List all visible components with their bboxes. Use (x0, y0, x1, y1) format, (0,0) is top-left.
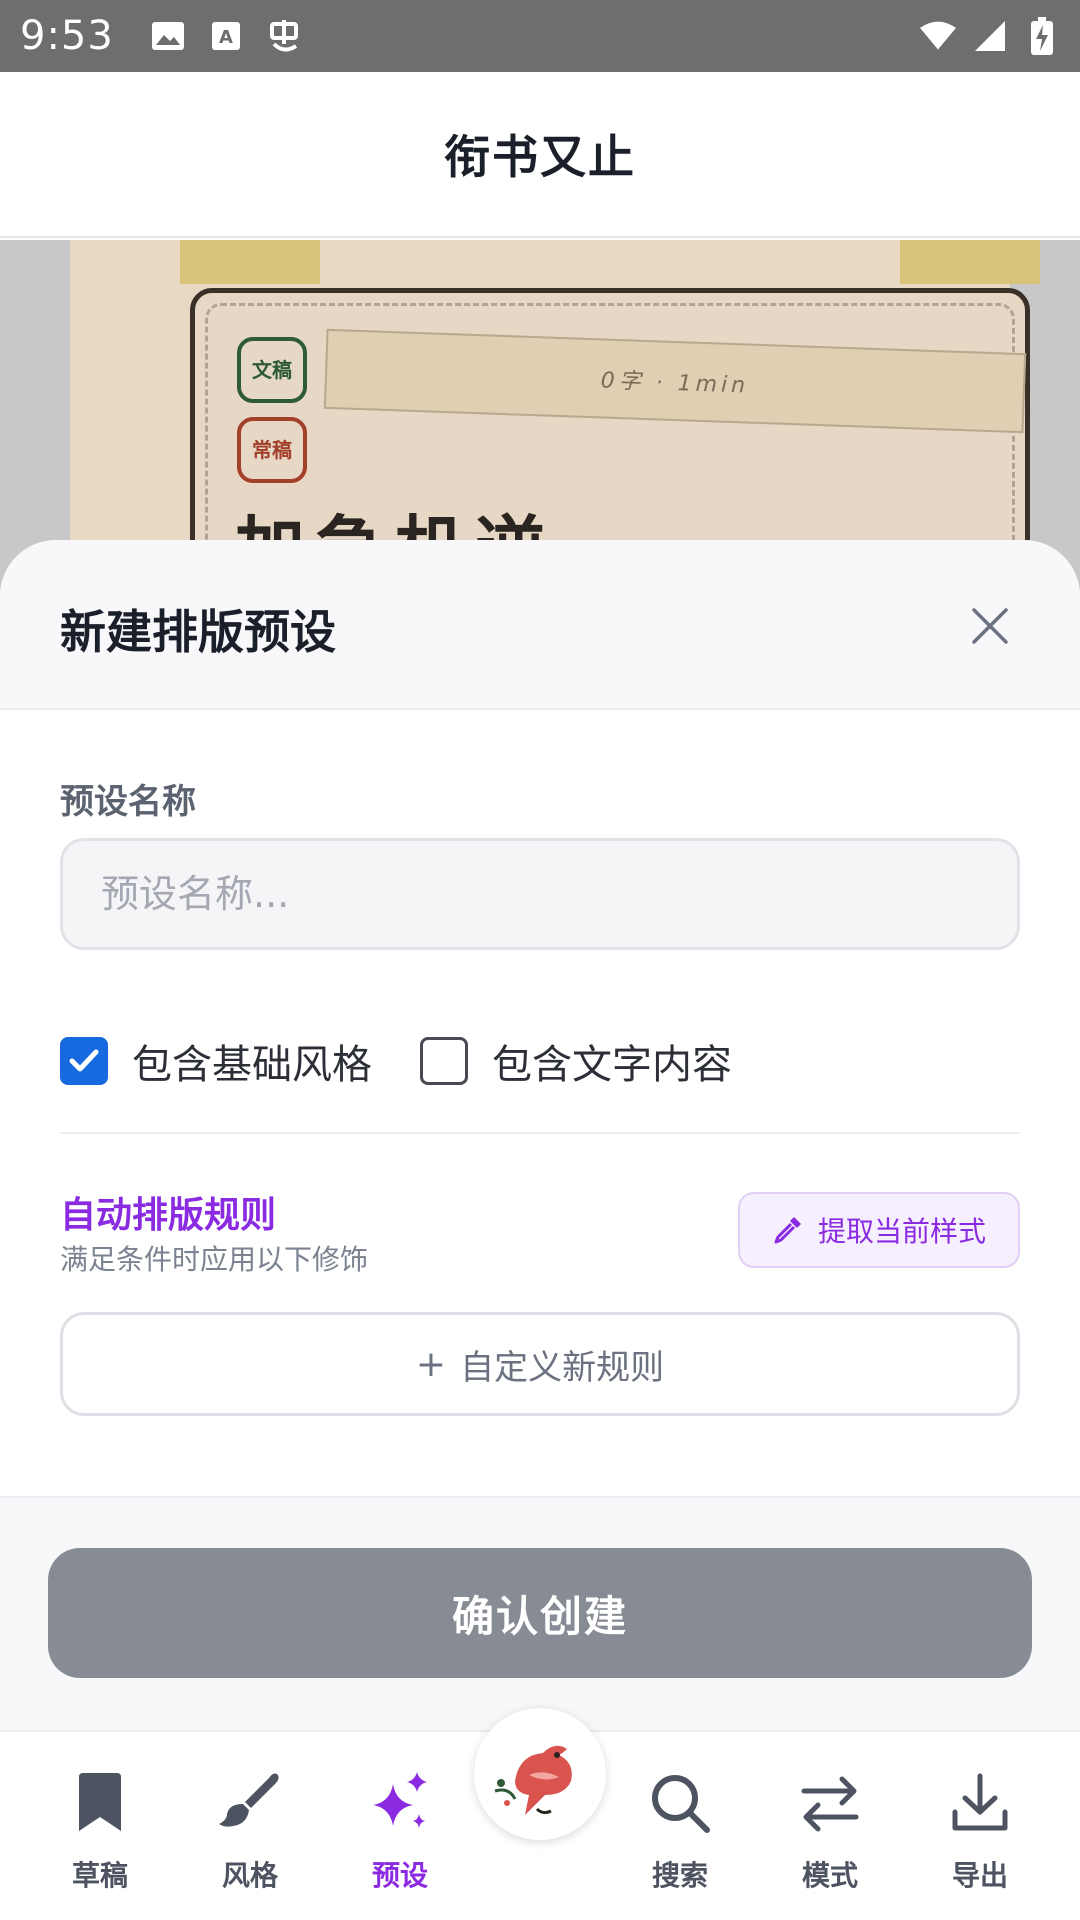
nav-export[interactable]: 导出 (920, 1768, 1040, 1898)
option-checkboxes: 包含基础风格 包含文字内容 (60, 1016, 780, 1106)
nav-presets[interactable]: 预设 (340, 1768, 460, 1898)
add-custom-rule-label: 自定义新规则 (460, 1347, 665, 1388)
tape-decoration (900, 240, 1040, 284)
extract-current-style-button[interactable]: 提取当前样式 (738, 1192, 1020, 1268)
nav-style[interactable]: 风格 (190, 1768, 310, 1898)
bottom-navigation: 草稿 风格 预设 搜索 模式 导出 (0, 1708, 1080, 1920)
confirm-create-button[interactable]: 确认创建 (48, 1548, 1032, 1678)
include-text-content-label: 包含文字内容 (492, 1042, 732, 1088)
close-button[interactable] (960, 596, 1020, 656)
auto-layout-rules-subtitle: 满足条件时应用以下修饰 (60, 1243, 369, 1276)
status-bar: 9:53 A (0, 0, 1080, 72)
checkbox-checked[interactable] (60, 1037, 108, 1085)
nav-mode-label: 模式 (801, 1859, 858, 1892)
preset-name-input[interactable] (60, 838, 1020, 950)
sheet-title: 新建排版预设 (60, 605, 336, 659)
search-icon (645, 1768, 715, 1838)
confirm-create-label: 确认创建 (451, 1591, 628, 1641)
download-icon (945, 1768, 1015, 1838)
stats-text: 0字 · 1min (600, 368, 750, 399)
include-text-content-option[interactable]: 包含文字内容 (420, 1032, 732, 1090)
include-base-style-option[interactable]: 包含基础风格 (60, 1032, 372, 1090)
eyedropper-icon (774, 1217, 801, 1244)
extract-current-style-label: 提取当前样式 (817, 1215, 986, 1248)
nav-drafts-label: 草稿 (71, 1859, 128, 1892)
include-base-style-label: 包含基础风格 (132, 1042, 372, 1088)
nav-drafts[interactable]: 草稿 (40, 1768, 160, 1898)
tape-decoration (180, 240, 320, 284)
bug-icon (266, 18, 302, 54)
nav-search[interactable]: 搜索 (620, 1768, 740, 1898)
app-title: 衔书又止 (444, 130, 636, 184)
signal-icon (972, 18, 1008, 54)
add-custom-rule-button[interactable]: + 自定义新规则 (60, 1312, 1020, 1416)
new-preset-sheet: 新建排版预设 预设名称 包含基础风格 包含文字内容 自动排版规则 满足条件时应用… (0, 540, 1080, 1730)
check-icon (69, 1049, 99, 1072)
nav-style-label: 风格 (221, 1859, 278, 1892)
close-icon (972, 608, 1008, 644)
swap-icon (795, 1768, 865, 1838)
stamp-regular: 常稿 (237, 417, 307, 483)
svg-text:A: A (219, 27, 233, 48)
nav-mode[interactable]: 模式 (770, 1768, 890, 1898)
auto-layout-rules-title: 自动排版规则 (60, 1195, 277, 1236)
center-logo-button[interactable] (474, 1708, 606, 1840)
brush-icon (215, 1768, 285, 1838)
font-icon: A (208, 18, 244, 54)
wifi-icon (920, 18, 956, 54)
battery-charging-icon (1024, 17, 1060, 55)
plus-icon: + (415, 1343, 447, 1385)
preset-name-label: 预设名称 (60, 782, 196, 822)
stamp-draft: 文稿 (237, 337, 307, 403)
status-notification-icons: A (150, 18, 302, 54)
nav-export-label: 导出 (951, 1859, 1008, 1892)
status-system-icons (920, 17, 1060, 55)
bird-logo-icon (494, 1745, 572, 1815)
status-time: 9:53 (20, 13, 114, 59)
bookmark-icon (65, 1768, 135, 1838)
sheet-header: 新建排版预设 (0, 540, 1080, 710)
image-icon (150, 18, 186, 54)
checkbox-unchecked[interactable] (420, 1037, 468, 1085)
nav-presets-label: 预设 (371, 1859, 428, 1892)
app-header: 衔书又止 (0, 72, 1080, 238)
divider (60, 1132, 1020, 1134)
sparkles-icon (365, 1768, 435, 1838)
sheet-footer: 确认创建 (0, 1496, 1080, 1730)
nav-search-label: 搜索 (651, 1859, 708, 1892)
